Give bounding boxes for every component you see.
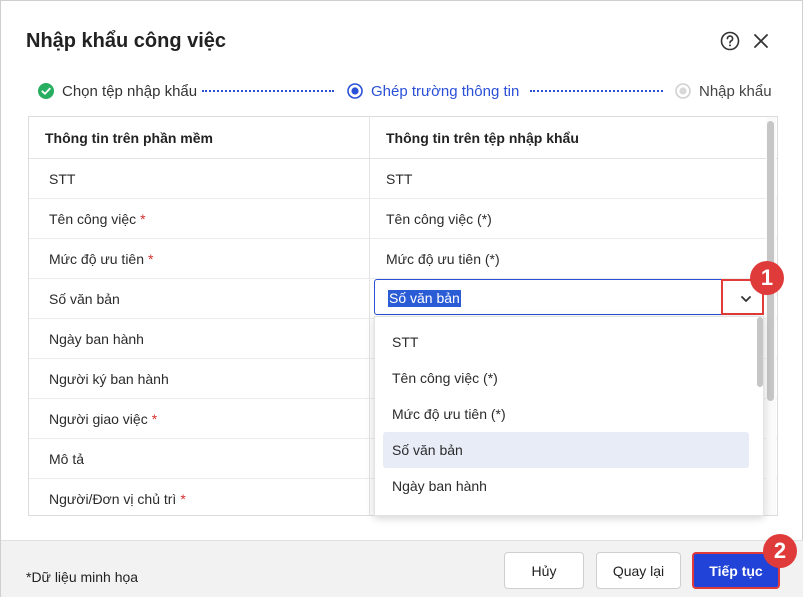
field-name: STT	[49, 171, 76, 187]
dropdown-option[interactable]: Ngày ban hành	[383, 468, 749, 504]
mapped-field[interactable]: STT	[386, 171, 412, 187]
field-name: Người ký ban hành	[49, 371, 169, 387]
table-row: Mức độ ưu tiên * Mức độ ưu tiên (*)	[29, 239, 777, 279]
step-label: Ghép trường thông tin	[371, 82, 520, 100]
column-header-software: Thông tin trên phần mềm	[45, 130, 213, 146]
mapped-field[interactable]: Mức độ ưu tiên (*)	[386, 251, 500, 267]
check-circle-icon	[38, 83, 54, 99]
step-label: Nhập khẩu	[699, 82, 772, 100]
step-map-fields: Ghép trường thông tin	[347, 79, 519, 103]
radio-active-icon	[347, 83, 363, 99]
mapped-field[interactable]: Tên công việc (*)	[386, 211, 492, 227]
dialog-footer: *Dữ liệu minh họa Hủy Quay lại Tiếp tục	[1, 540, 803, 597]
dropdown-option[interactable]: STT	[383, 324, 749, 360]
dialog-title: Nhập khẩu công việc	[26, 30, 227, 52]
close-icon[interactable]	[751, 31, 771, 51]
dropdown-option[interactable]: Tên công việc (*)	[383, 360, 749, 396]
mapping-select[interactable]: Số văn bản	[374, 279, 764, 315]
field-name: Mức độ ưu tiên *	[49, 251, 154, 267]
mapping-dropdown-list: STT Tên công việc (*) Mức độ ưu tiên (*)…	[374, 316, 764, 516]
step-badge-2: 2	[763, 534, 797, 568]
required-mark: *	[180, 491, 186, 507]
field-name: Ngày ban hành	[49, 331, 144, 347]
radio-pending-icon	[675, 83, 691, 99]
back-button[interactable]: Quay lại	[596, 552, 681, 589]
dropdown-option[interactable]: Mức độ ưu tiên (*)	[383, 396, 749, 432]
help-icon[interactable]	[720, 31, 740, 51]
step-choose-file: Chọn tệp nhập khẩu	[38, 79, 197, 103]
step-badge-1: 1	[750, 261, 784, 295]
import-stepper: Chọn tệp nhập khẩu Ghép trường thông tin…	[1, 79, 803, 103]
select-value: Số văn bản	[388, 290, 461, 307]
step-import: Nhập khẩu	[675, 79, 772, 103]
field-name: Tên công việc *	[49, 211, 146, 227]
dropdown-option-selected[interactable]: Số văn bản	[383, 432, 749, 468]
table-row: Tên công việc * Tên công việc (*)	[29, 199, 777, 239]
field-name: Mô tả	[49, 451, 85, 467]
required-mark: *	[151, 411, 158, 427]
cancel-button[interactable]: Hủy	[504, 552, 584, 589]
table-row: STT STT	[29, 159, 777, 199]
field-name: Người/Đơn vị chủ trì *	[49, 491, 186, 507]
step-connector	[202, 90, 334, 92]
column-header-file: Thông tin trên tệp nhập khẩu	[386, 130, 579, 146]
field-name: Số văn bản	[49, 291, 120, 307]
table-header: Thông tin trên phần mềm Thông tin trên t…	[29, 117, 777, 159]
required-mark: *	[148, 251, 154, 267]
import-dialog: Nhập khẩu công việc Chọn tệp nhập khẩu G…	[0, 0, 803, 597]
illustration-note: *Dữ liệu minh họa	[26, 569, 139, 585]
step-label: Chọn tệp nhập khẩu	[62, 82, 198, 100]
required-mark: *	[140, 211, 146, 227]
step-connector	[530, 90, 663, 92]
field-name: Người giao việc *	[49, 411, 158, 427]
dropdown-scrollbar-thumb[interactable]	[757, 317, 763, 387]
